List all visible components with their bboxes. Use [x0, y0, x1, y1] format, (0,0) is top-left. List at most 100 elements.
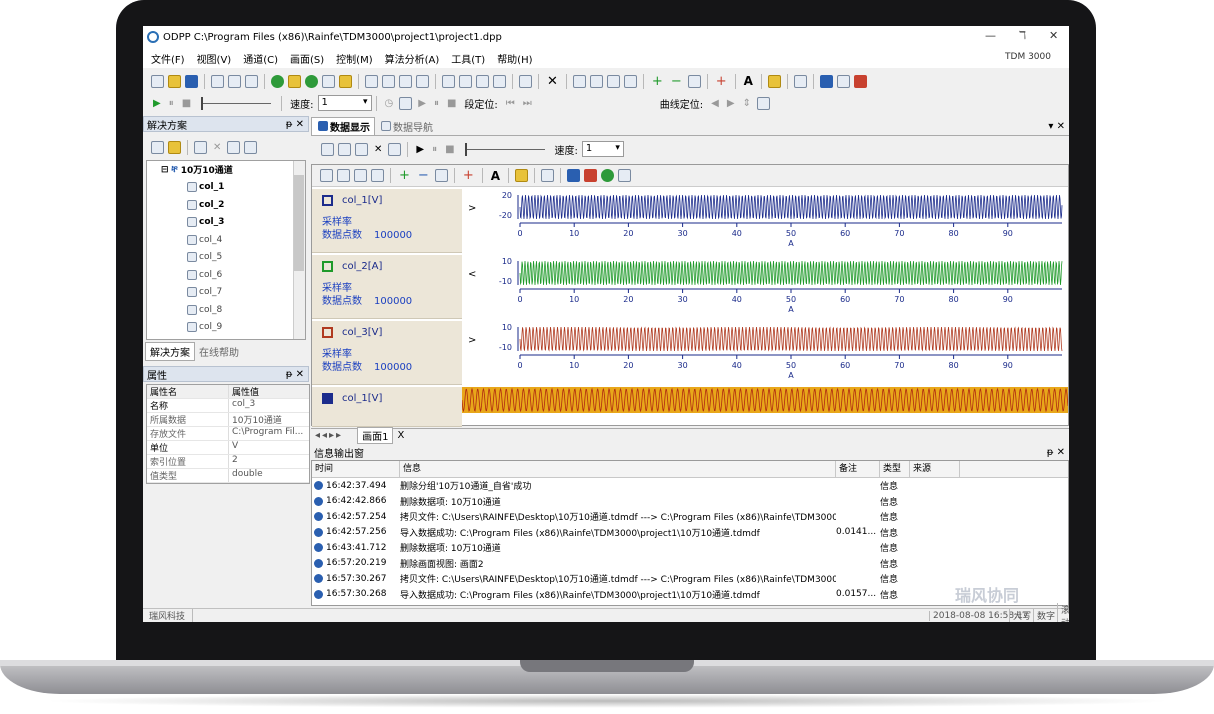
prop-row[interactable]: 名称 col_3 [147, 399, 309, 413]
prop-row[interactable]: 单位 V [147, 441, 309, 455]
log-row[interactable]: 16:43:41.712 删除数据项: 10万10通道 信息 [312, 540, 1068, 556]
frame-icon[interactable] [399, 96, 413, 110]
new-file-icon[interactable] [151, 74, 164, 88]
channel-info-1[interactable]: col_1[V] 采样率 数据点数 100000 [312, 189, 462, 253]
plot-marker-icon[interactable] [515, 169, 529, 182]
tree-item-col-1[interactable]: col_1 [147, 179, 305, 197]
hand-icon[interactable] [589, 74, 603, 88]
plot-slider[interactable] [464, 142, 545, 156]
pause2-icon[interactable]: ⏸ [434, 98, 439, 109]
tree-item-col-9[interactable]: col_9 [147, 319, 305, 337]
run-icon[interactable] [305, 74, 318, 88]
sol-open-icon[interactable] [151, 140, 164, 154]
channel-plot-2[interactable]: <10 -10 0 10 20 30 40 50 60 70 80 90 A [468, 257, 1063, 314]
log-row[interactable]: 16:57:20.219 删除画面视图: 画面2 信息 [312, 556, 1068, 572]
screen-tab-close[interactable]: X [397, 430, 404, 441]
print-icon[interactable] [836, 74, 850, 88]
plot-select-icon[interactable] [354, 169, 367, 182]
curve-next-icon[interactable]: ▶ [727, 98, 735, 109]
log-row[interactable]: 16:42:37.494 删除分组'10万10通道_自省'成功 信息 [312, 478, 1068, 494]
zoom-icon[interactable] [623, 74, 637, 88]
tab-solution[interactable]: 解决方案 [145, 341, 195, 361]
seg-prev-icon[interactable]: ⏮ [506, 98, 515, 109]
tree-item-col-2[interactable]: col_2 [147, 196, 305, 214]
import-icon[interactable] [211, 74, 224, 88]
seg-next-icon[interactable]: ⏭ [523, 98, 532, 109]
plot-delete-icon[interactable]: ✕ [374, 144, 382, 155]
select-icon[interactable] [606, 74, 620, 88]
sol-folder-icon[interactable] [168, 140, 181, 154]
menu-screen[interactable]: 画面(S) [290, 51, 324, 66]
tree-item-col-3[interactable]: col_3 [147, 214, 305, 232]
clock-icon[interactable]: ◷ [385, 98, 394, 109]
plot-pause-icon[interactable]: ⏸ [432, 144, 437, 155]
tree-item-col-6[interactable]: col_6 [147, 266, 305, 284]
tab-screen-1[interactable]: 画面1 [357, 427, 394, 444]
plot-zoom-out-icon[interactable]: − [418, 168, 429, 183]
menu-tools[interactable]: 工具(T) [451, 51, 485, 66]
stop2-icon[interactable]: ■ [447, 98, 456, 109]
plot-zoom-icon[interactable] [371, 169, 384, 182]
tree-root[interactable]: ⊟ ቸ 10万10通道 [147, 161, 305, 179]
open-folder-icon[interactable] [168, 74, 181, 88]
screen-tab-nav-icon[interactable]: ◂◂▸▸ [315, 430, 343, 441]
cursor-icon[interactable]: + [716, 74, 727, 89]
font-icon[interactable]: A [744, 74, 753, 88]
menu-channel[interactable]: 通道(C) [243, 51, 278, 66]
channel-plot-3[interactable]: >10 -10 0 10 20 30 40 50 60 70 80 90 A [468, 323, 1063, 380]
plot-play-icon[interactable]: ▶ [416, 144, 424, 155]
marker-icon[interactable] [767, 74, 781, 88]
add-channel-icon[interactable] [271, 74, 284, 88]
pause-icon[interactable]: ⏸ [169, 98, 174, 109]
tools-icon[interactable] [519, 74, 532, 88]
plot-hand-icon[interactable] [337, 169, 350, 182]
tab-data-navigation[interactable]: 数据导航 [375, 118, 437, 135]
stop-icon[interactable]: ■ [182, 98, 191, 109]
menu-view[interactable]: 视图(V) [197, 51, 232, 66]
log-row[interactable]: 16:42:42.866 删除数据项: 10万10通道 信息 [312, 494, 1068, 510]
sol-delete-icon[interactable]: ✕ [213, 142, 221, 153]
tree-item-col-8[interactable]: col_8 [147, 301, 305, 319]
tree-item-col-7[interactable]: col_7 [147, 284, 305, 302]
sol-up-icon[interactable] [227, 140, 241, 154]
log-col-message[interactable]: 信息 [400, 461, 836, 477]
plot-export-icon[interactable] [601, 169, 615, 182]
log-col-type[interactable]: 类型 [880, 461, 910, 477]
log-row[interactable]: 16:42:57.254 拷贝文件: C:\Users\RAINFE\Deskto… [312, 509, 1068, 525]
tab-data-display[interactable]: 数据显示 [311, 117, 375, 136]
zoom-out-icon[interactable]: − [671, 74, 682, 89]
log-pin-close[interactable]: ᵽ ✕ [1047, 447, 1065, 458]
prop-row[interactable]: 所属数据 10万10通道 [147, 413, 309, 427]
plot-layout-icon[interactable] [321, 142, 334, 156]
tree-item-col-4[interactable]: col_4 [147, 231, 305, 249]
tab-online-help[interactable]: 在线帮助 [195, 343, 243, 360]
export-image-icon[interactable] [853, 74, 867, 88]
prop-row[interactable]: 索引位置 2 [147, 455, 309, 469]
tree-scrollbar[interactable] [293, 161, 305, 339]
plot-pointer-icon[interactable] [320, 169, 333, 182]
channel-info-2[interactable]: col_2[A] 采样率 数据点数 100000 [312, 255, 462, 319]
upload-icon[interactable] [245, 74, 258, 88]
log-row[interactable]: 16:42:57.256 导入数据成功: C:\Program Files (x8… [312, 525, 1068, 541]
plot-trash-icon[interactable] [388, 142, 402, 156]
channel-info-4[interactable]: col_1[V] [312, 387, 462, 427]
plot-font-icon[interactable]: A [491, 169, 500, 183]
chart-icon[interactable] [793, 74, 807, 88]
plot-stop-icon[interactable]: ■ [445, 144, 454, 155]
maximize-button[interactable]: ℸ [1019, 29, 1026, 42]
refresh-icon[interactable] [288, 74, 301, 88]
plot-color-icon[interactable] [584, 169, 598, 182]
playback-slider[interactable] [201, 96, 272, 110]
plot-zoom-in-icon[interactable]: + [399, 168, 410, 183]
speed-select[interactable]: 1 [317, 95, 372, 111]
layout-grid-icon[interactable] [442, 74, 455, 88]
layout-cols-icon[interactable] [476, 74, 489, 88]
log-col-time[interactable]: 时间 [312, 461, 400, 477]
screen-icon[interactable] [365, 74, 378, 88]
solution-pin-close[interactable]: ᵽ ✕ [286, 119, 304, 130]
collapse-icon[interactable]: ⊟ [161, 165, 169, 175]
window-icon[interactable] [382, 74, 395, 88]
sol-property-icon[interactable] [194, 140, 207, 154]
pointer-icon[interactable] [572, 74, 586, 88]
waveform-svg[interactable]: >20 -20 0 10 20 30 40 50 60 70 80 90 A <10 -10 0 10 20 30 4… [462, 189, 1068, 427]
